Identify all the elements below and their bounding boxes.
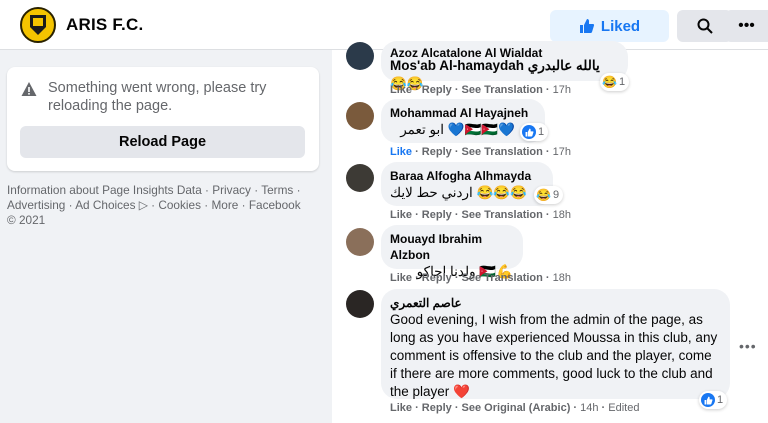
like-reaction-icon bbox=[522, 125, 536, 139]
see-translation-link[interactable]: See Translation bbox=[462, 209, 543, 221]
like-link[interactable]: Like bbox=[390, 146, 412, 158]
comment-author[interactable]: Mohammad Al Hayajneh bbox=[390, 105, 535, 121]
comment-author[interactable]: Baraa Alfogha Alhmayda bbox=[390, 168, 543, 184]
reply-link[interactable]: Reply bbox=[422, 272, 452, 284]
comment-time[interactable]: 17h bbox=[553, 146, 571, 158]
reaction-count: 9 bbox=[552, 189, 560, 201]
avatar[interactable] bbox=[346, 42, 374, 70]
reaction-count: 1 bbox=[717, 394, 724, 406]
thumbs-up-icon bbox=[579, 19, 594, 33]
edited-label[interactable]: Edited bbox=[608, 402, 639, 414]
see-translation-link[interactable]: See Translation bbox=[462, 146, 543, 158]
comment-time[interactable]: 14h bbox=[580, 402, 598, 414]
comment-actions: Like · Reply · See Translation · 18h bbox=[390, 209, 571, 221]
comment-author[interactable]: Mouayd Ibrahim Alzbon bbox=[390, 231, 513, 263]
more-options-button[interactable]: ••• bbox=[725, 10, 768, 42]
reaction-badge[interactable]: 1 bbox=[520, 123, 549, 141]
reaction-count: 1 bbox=[538, 126, 545, 138]
reply-link[interactable]: Reply bbox=[422, 146, 452, 158]
error-card: Something went wrong, please try reloadi… bbox=[7, 67, 319, 171]
comment-bubble: Baraa Alfogha Alhmayda اردني حط لايك 😂😂😂 bbox=[381, 162, 553, 206]
comment-body: Good evening, I wish from the admin of t… bbox=[390, 312, 718, 399]
reload-page-button[interactable]: Reload Page bbox=[20, 126, 305, 158]
avatar[interactable] bbox=[346, 102, 374, 130]
like-reaction-icon bbox=[701, 393, 715, 407]
search-button[interactable] bbox=[677, 10, 732, 42]
laugh-reaction-icon: 😂 bbox=[536, 188, 551, 202]
comment-bubble: عاصم التعمري Good evening, I wish from t… bbox=[381, 289, 730, 399]
reaction-badge[interactable]: 1 bbox=[699, 391, 728, 409]
comment-actions: Like · Reply · See Translation · 17h bbox=[390, 84, 571, 96]
reaction-count: 1 bbox=[618, 76, 626, 88]
avatar[interactable] bbox=[346, 164, 374, 192]
comment-actions: Like · Reply · See Translation · 18h bbox=[390, 272, 571, 284]
see-original-link[interactable]: See Original (Arabic) bbox=[462, 402, 571, 414]
comment-author[interactable]: Azoz Alcatalone Al Wialdat bbox=[390, 47, 618, 57]
footer-links[interactable]: Information about Page Insights Data · P… bbox=[7, 183, 307, 228]
comment-body: اردني حط لايك 😂😂😂 bbox=[390, 185, 527, 200]
comment-actions: Like · Reply · See Translation · 17h bbox=[390, 146, 571, 158]
page-title[interactable]: ARIS F.C. bbox=[66, 15, 143, 35]
page-logo[interactable] bbox=[20, 7, 56, 43]
warning-icon bbox=[21, 82, 37, 96]
reply-link[interactable]: Reply bbox=[422, 209, 452, 221]
comment-actions: Like · Reply · See Original (Arabic) · 1… bbox=[390, 402, 640, 414]
comment-time[interactable]: 18h bbox=[553, 209, 571, 221]
reaction-badge[interactable]: 😂 1 bbox=[600, 73, 630, 91]
comment-body: ابو تعمر 💙🇯🇴🇯🇴💙 bbox=[400, 122, 515, 137]
see-translation-link[interactable]: See Translation bbox=[462, 84, 543, 96]
reaction-badge[interactable]: 😂 9 bbox=[534, 186, 564, 204]
reply-link[interactable]: Reply bbox=[422, 84, 452, 96]
like-link[interactable]: Like bbox=[390, 209, 412, 221]
error-message: Something went wrong, please try reloadi… bbox=[48, 80, 267, 114]
page-header: ARIS F.C. Liked ••• bbox=[0, 0, 768, 50]
liked-button[interactable]: Liked bbox=[550, 10, 669, 42]
comments-panel: Azoz Alcatalone Al Wialdat Mos'ab Al-ham… bbox=[332, 41, 768, 423]
search-icon bbox=[697, 18, 713, 34]
comment-time[interactable]: 17h bbox=[553, 84, 571, 96]
laugh-reaction-icon: 😂 bbox=[602, 75, 617, 89]
comment-bubble: Mouayd Ibrahim Alzbon ولدنا اجاكو 🇯🇴💪 bbox=[381, 225, 523, 279]
scrollbar[interactable] bbox=[752, 50, 768, 423]
avatar[interactable] bbox=[346, 290, 374, 318]
see-translation-link[interactable]: See Translation bbox=[462, 272, 543, 284]
like-link[interactable]: Like bbox=[390, 84, 412, 96]
comment-time[interactable]: 18h bbox=[553, 272, 571, 284]
like-link[interactable]: Like bbox=[390, 272, 412, 284]
comment-author[interactable]: عاصم التعمري bbox=[390, 295, 720, 311]
avatar[interactable] bbox=[346, 228, 374, 256]
more-icon: ••• bbox=[738, 17, 755, 34]
liked-label: Liked bbox=[600, 17, 641, 35]
like-link[interactable]: Like bbox=[390, 402, 412, 414]
reply-link[interactable]: Reply bbox=[422, 402, 452, 414]
comment-bubble: Azoz Alcatalone Al Wialdat Mos'ab Al-ham… bbox=[381, 41, 628, 91]
